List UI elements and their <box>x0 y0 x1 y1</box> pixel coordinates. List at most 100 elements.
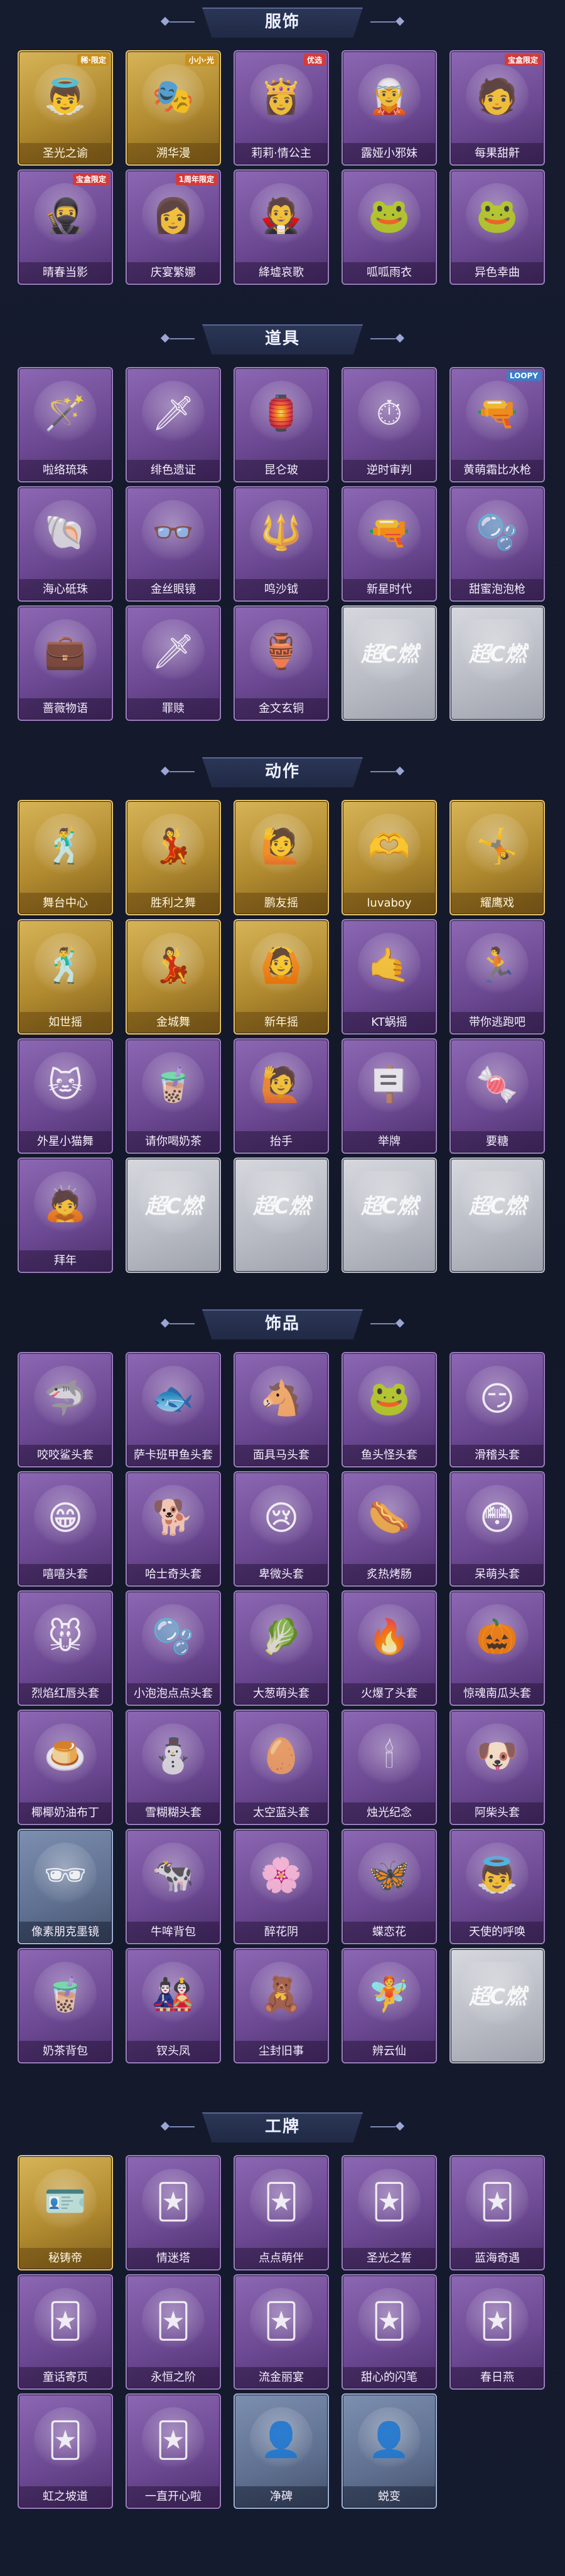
item-card[interactable]: 🐭 烈焰红唇头套 <box>18 1590 113 1706</box>
item-card[interactable]: 🥚 太空蓝头套 <box>234 1710 329 1825</box>
item-card[interactable]: 🗡 罪赎 <box>126 605 221 721</box>
item-card[interactable]: 🃏 情迷塔 <box>126 2155 221 2270</box>
item-card[interactable]: 🃏 一直开心啦 <box>126 2393 221 2509</box>
butterfly-wings-icon: 🦋 <box>358 1843 421 1908</box>
item-card[interactable]: 🃏 流金丽宴 <box>234 2274 329 2390</box>
item-label: 春日燕 <box>451 2367 544 2388</box>
item-card[interactable]: 🧸 尘封旧事 <box>234 1948 329 2063</box>
item-card[interactable]: 🎎 钗头凤 <box>126 1948 221 2063</box>
item-card[interactable]: 🃏 童话寄页 <box>18 2274 113 2390</box>
item-card[interactable]: 👸 优选 莉莉·情公主 <box>234 50 329 166</box>
locked-item-card[interactable]: 超C燃 <box>449 1158 545 1273</box>
locked-item-card[interactable]: 超C燃 <box>449 605 545 721</box>
item-card[interactable]: 🃏 点点萌伴 <box>234 2155 329 2270</box>
section-header: 道具 <box>0 317 565 361</box>
locked-item-card[interactable]: 超C燃 <box>126 1158 221 1273</box>
item-card[interactable]: 🪄 啦络琉珠 <box>18 367 113 482</box>
item-card[interactable]: 🕯 烛光纪念 <box>342 1710 437 1825</box>
item-card[interactable]: 🧋 奶茶背包 <box>18 1948 113 2063</box>
item-card[interactable]: 🧋 请你喝奶茶 <box>126 1038 221 1154</box>
item-label <box>127 1250 220 1272</box>
item-card[interactable]: 🌭 炙热烤肠 <box>342 1471 437 1587</box>
item-card[interactable]: 🤸 耀鹰戏 <box>449 800 545 915</box>
item-card[interactable]: 🃏 蓝海奇遇 <box>449 2155 545 2270</box>
item-card[interactable]: 🐄 牛哞背包 <box>126 1829 221 1944</box>
item-card[interactable]: 🐟 萨卡班甲鱼头套 <box>126 1352 221 1467</box>
item-card[interactable]: 🙋 抬手 <box>234 1038 329 1154</box>
locked-item-card[interactable]: 超C燃 <box>342 1158 437 1273</box>
heart-pose-icon: 🫶 <box>358 814 421 879</box>
item-card[interactable]: 😢 卑微头套 <box>234 1471 329 1587</box>
item-card[interactable]: 🔥 火爆了头套 <box>342 1590 437 1706</box>
item-card[interactable]: 🔫 LOOPY 黄萌霜比水枪 <box>449 367 545 482</box>
item-card[interactable]: 🙇 拜年 <box>18 1158 113 1273</box>
item-card[interactable]: 🐸 鱼头怪头套 <box>342 1352 437 1467</box>
item-card[interactable]: 🧑 宝盒限定 每果甜鼾 <box>449 50 545 166</box>
item-card[interactable]: 👼 稀·限定 圣光之谕 <box>18 50 113 166</box>
item-card[interactable]: 🍮 椰椰奶油布丁 <box>18 1710 113 1825</box>
item-card[interactable]: 🃏 春日燕 <box>449 2274 545 2390</box>
item-card[interactable]: 👤 净碑 <box>234 2393 329 2509</box>
item-card[interactable]: 🃏 甜心的闪笔 <box>342 2274 437 2390</box>
pearl-shell-icon: 🐚 <box>34 500 97 565</box>
item-card[interactable]: 🥷 宝盒限定 晴春当影 <box>18 169 113 285</box>
item-card[interactable]: 🍬 要糖 <box>449 1038 545 1154</box>
candy-pose-icon: 🍬 <box>466 1052 529 1117</box>
item-card[interactable]: 🎃 惊魂南瓜头套 <box>449 1590 545 1706</box>
locked-item-card[interactable]: 超C燃 <box>234 1158 329 1273</box>
item-card[interactable]: 😏 滑稽头套 <box>449 1352 545 1467</box>
item-card[interactable]: 🧚 辨云仙 <box>342 1948 437 2063</box>
item-card[interactable]: 🪪 秘铸帝 <box>18 2155 113 2270</box>
item-card[interactable]: 🧛 絳墟哀歌 <box>234 169 329 285</box>
item-label: 拜年 <box>19 1250 112 1272</box>
item-card[interactable]: 🪧 举牌 <box>342 1038 437 1154</box>
item-card[interactable]: 🐸 呱呱雨衣 <box>342 169 437 285</box>
item-card[interactable]: 🕶 像素朋克墨镜 <box>18 1829 113 1944</box>
run-pose-icon: 🏃 <box>466 933 529 998</box>
item-card[interactable]: 🔱 鸣沙钺 <box>234 486 329 602</box>
item-card[interactable]: 🏃 带你逃跑吧 <box>449 919 545 1035</box>
item-card[interactable]: 🃏 圣光之誓 <box>342 2155 437 2270</box>
item-card[interactable]: 🕺 如世摇 <box>18 919 113 1035</box>
item-card[interactable]: 🌸 醉花阴 <box>234 1829 329 1944</box>
item-card[interactable]: 🥬 大葱萌头套 <box>234 1590 329 1706</box>
item-card[interactable]: 🦈 咬咬鲨头套 <box>18 1352 113 1467</box>
item-card[interactable]: 💃 胜利之舞 <box>126 800 221 915</box>
pixel-sunglasses-icon: 🕶 <box>34 1843 97 1908</box>
item-card[interactable]: 🕺 舞台中心 <box>18 800 113 915</box>
item-card[interactable]: 🙋 鹏友摇 <box>234 800 329 915</box>
item-card[interactable]: 🏺 金文玄铜 <box>234 605 329 721</box>
item-card[interactable]: 🙆 新年摇 <box>234 919 329 1035</box>
item-card[interactable]: 🎭 小小·光 溯华漫 <box>126 50 221 166</box>
item-card[interactable]: 🐶 阿柴头套 <box>449 1710 545 1825</box>
item-card[interactable]: ⛄ 雪糊糊头套 <box>126 1710 221 1825</box>
item-card[interactable]: 👓 金丝眼镜 <box>126 486 221 602</box>
item-card[interactable]: 🗡 绯色遗证 <box>126 367 221 482</box>
item-card[interactable]: 🐚 海心砥珠 <box>18 486 113 602</box>
item-card[interactable]: 🃏 永恒之阶 <box>126 2274 221 2390</box>
item-card[interactable]: ⏱ 逆时审判 <box>342 367 437 482</box>
item-card[interactable]: 🤙 KT蜗摇 <box>342 919 437 1035</box>
badge-card-icon: 🪪 <box>34 2169 97 2234</box>
item-card[interactable]: 🫶 luvaboy <box>342 800 437 915</box>
item-card[interactable]: 😳 呆萌头套 <box>449 1471 545 1587</box>
item-card[interactable]: 💼 蔷薇物语 <box>18 605 113 721</box>
item-card[interactable]: 👩 1周年限定 庆宴繁娜 <box>126 169 221 285</box>
item-card[interactable]: 💃 金城舞 <box>126 919 221 1035</box>
item-card[interactable]: 👼 天使的呼唤 <box>449 1829 545 1944</box>
item-card[interactable]: 🫧 小泡泡点点头套 <box>126 1590 221 1706</box>
locked-item-card[interactable]: 超C燃 <box>342 605 437 721</box>
item-card[interactable]: 🐸 异色幸曲 <box>449 169 545 285</box>
item-card[interactable]: 😁 嘻嘻头套 <box>18 1471 113 1587</box>
item-card[interactable]: 🐴 面具马头套 <box>234 1352 329 1467</box>
item-card[interactable]: 🃏 虹之坡道 <box>18 2393 113 2509</box>
item-card[interactable]: 🫧 甜蜜泡泡枪 <box>449 486 545 602</box>
item-card[interactable]: 🐕 哈士奇头套 <box>126 1471 221 1587</box>
item-card[interactable]: 🏮 昆仑玻 <box>234 367 329 482</box>
item-card[interactable]: 🦋 蝶恋花 <box>342 1829 437 1944</box>
item-card[interactable]: 🔫 新星时代 <box>342 486 437 602</box>
item-card[interactable]: 🧝 露娅小邪妹 <box>342 50 437 166</box>
item-card[interactable]: 🐱 外星小猫舞 <box>18 1038 113 1154</box>
item-card[interactable]: 👤 蜕变 <box>342 2393 437 2509</box>
locked-item-card[interactable]: 超C燃 <box>449 1948 545 2063</box>
